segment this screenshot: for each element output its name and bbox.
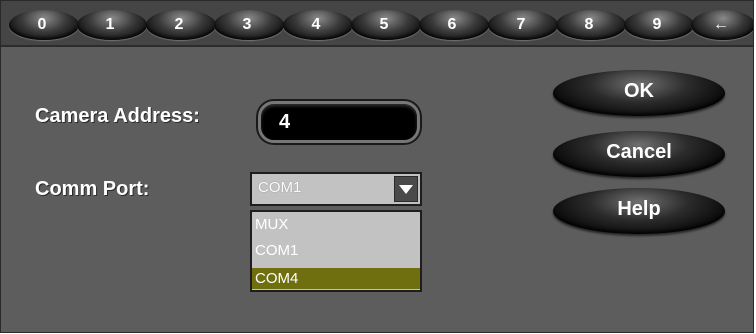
comm-port-options-list: MUX COM1 COM4 xyxy=(250,210,422,292)
key-5-label: 5 xyxy=(379,16,389,33)
option-mux[interactable]: MUX xyxy=(252,214,420,235)
key-2-label: 2 xyxy=(174,16,184,33)
numeric-keypad: 0 1 2 3 4 5 6 7 8 9 ← xyxy=(1,1,753,47)
key-6-button[interactable]: 6 xyxy=(419,10,489,40)
ok-button[interactable]: OK xyxy=(553,70,725,116)
key-1-label: 1 xyxy=(105,16,115,33)
comm-port-dropdown[interactable]: COM1 xyxy=(250,172,422,206)
key-8-label: 8 xyxy=(584,16,594,33)
camera-settings-dialog: 0 1 2 3 4 5 6 7 8 9 ← Camera Address: 4 … xyxy=(0,0,754,333)
key-6-label: 6 xyxy=(447,16,457,33)
key-8-button[interactable]: 8 xyxy=(556,10,626,40)
help-button[interactable]: Help xyxy=(553,188,725,234)
key-4-button[interactable]: 4 xyxy=(283,10,353,40)
key-0-label: 0 xyxy=(37,16,47,33)
key-7-label: 7 xyxy=(516,16,526,33)
backspace-button[interactable]: ← xyxy=(691,10,753,40)
cancel-button[interactable]: Cancel xyxy=(553,131,725,177)
key-5-button[interactable]: 5 xyxy=(351,10,421,40)
key-9-label: 9 xyxy=(652,16,662,33)
key-9-button[interactable]: 9 xyxy=(624,10,694,40)
key-3-button[interactable]: 3 xyxy=(214,10,284,40)
key-2-button[interactable]: 2 xyxy=(146,10,216,40)
comm-port-selected-value: COM1 xyxy=(258,179,302,196)
option-com4[interactable]: COM4 xyxy=(252,268,420,289)
camera-address-input[interactable]: 4 xyxy=(258,101,420,143)
option-com1[interactable]: COM1 xyxy=(252,240,420,261)
key-3-label: 3 xyxy=(242,16,252,33)
comm-port-label: Comm Port: xyxy=(35,178,150,200)
camera-address-label: Camera Address: xyxy=(35,105,200,127)
dropdown-arrow-button[interactable] xyxy=(394,176,418,202)
key-1-button[interactable]: 1 xyxy=(77,10,147,40)
chevron-down-icon xyxy=(399,185,413,194)
key-0-button[interactable]: 0 xyxy=(9,10,79,40)
backspace-arrow-icon: ← xyxy=(713,16,729,33)
key-4-label: 4 xyxy=(311,16,321,33)
key-7-button[interactable]: 7 xyxy=(488,10,558,40)
